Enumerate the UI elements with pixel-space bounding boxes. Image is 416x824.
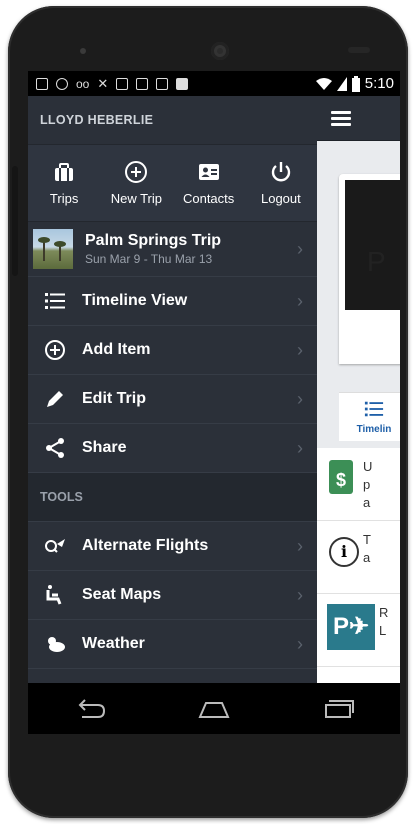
tools-section-header: TOOLS — [28, 473, 317, 522]
notification-icons: oo ✕ — [28, 75, 189, 92]
user-name: LLOYD HEBERLIE — [28, 96, 317, 145]
price-tag-icon: $ — [329, 460, 353, 494]
trip-card-image — [345, 180, 400, 310]
menu-item-label: Share — [82, 439, 127, 456]
chevron-right-icon: › — [297, 388, 303, 409]
weather-icon — [48, 637, 65, 652]
list-icon — [45, 293, 65, 309]
list-item[interactable]: P✈ R L — [317, 594, 400, 667]
menu-item-label: Alternate Flights — [82, 537, 209, 554]
logout-button[interactable]: Logout — [245, 145, 317, 221]
trip-card-title: P — [367, 246, 386, 277]
missed-call-icon: ✕ — [97, 75, 109, 91]
menu-item-share[interactable]: Share › — [28, 424, 317, 473]
menu-item-alternate-flights[interactable]: Alternate Flights › — [28, 522, 317, 571]
quick-actions: Trips New Trip Contacts Logout — [28, 145, 317, 222]
menu-item-edit-trip[interactable]: Edit Trip › — [28, 375, 317, 424]
calendar-icon-3 — [156, 77, 169, 90]
trip-name: Palm Springs Trip — [85, 232, 222, 249]
list-item-text: U p a — [363, 459, 373, 510]
bars-icon — [176, 77, 189, 90]
proximity-dot — [80, 48, 86, 54]
recents-icon — [325, 699, 354, 718]
home-button[interactable] — [184, 689, 244, 729]
seat-icon — [46, 585, 62, 605]
calendar-icon-2 — [136, 77, 149, 90]
light-sensor — [348, 47, 370, 53]
menu-item-weather[interactable]: Weather › — [28, 620, 317, 669]
back-icon — [78, 698, 106, 718]
chevron-right-icon: › — [297, 437, 303, 458]
device-screen: oo ✕ 5:10 LLOYD HEBERLIE Trips New Trip — [28, 71, 400, 734]
menu-item-partial[interactable] — [28, 669, 317, 683]
logout-label: Logout — [260, 191, 301, 206]
status-bar: oo ✕ 5:10 — [28, 71, 400, 96]
tab-timeline-label: Timelin — [356, 424, 392, 435]
briefcase-icon — [55, 163, 74, 181]
contacts-label: Contacts — [182, 191, 235, 206]
app-toolbar — [317, 96, 400, 141]
chevron-right-icon: › — [297, 584, 303, 605]
list-item[interactable]: $ U p a — [317, 448, 400, 521]
add-circle-icon — [45, 340, 65, 360]
system-navigation-bar — [28, 683, 400, 734]
chevron-right-icon: › — [297, 339, 303, 360]
tab-timeline[interactable]: Timelin — [339, 392, 400, 441]
current-trip[interactable]: Palm Springs Trip Sun Mar 9 - Thu Mar 13… — [28, 222, 317, 277]
menu-item-label: Weather — [82, 635, 145, 652]
menu-item-seat-maps[interactable]: Seat Maps › — [28, 571, 317, 620]
chevron-right-icon: › — [297, 290, 303, 311]
flight-search-icon — [45, 539, 65, 553]
menu-icon[interactable] — [331, 108, 351, 129]
back-button[interactable] — [60, 689, 120, 729]
trips-label: Trips — [49, 191, 79, 206]
menu-item-timeline-view[interactable]: Timeline View › — [28, 277, 317, 326]
chevron-right-icon: › — [297, 238, 303, 259]
trips-button[interactable]: Trips — [28, 145, 100, 221]
menu-item-add-item[interactable]: Add Item › — [28, 326, 317, 375]
volume-button — [12, 166, 18, 276]
trip-dates: Sun Mar 9 - Thu Mar 13 — [85, 252, 213, 266]
voicemail-icon: oo — [76, 76, 90, 91]
battery-icon — [351, 75, 360, 92]
wifi-icon — [315, 77, 332, 90]
parking-icon: P✈ — [327, 604, 375, 650]
main-content: P Timelin $ U p a i T a P✈ R L — [317, 96, 400, 683]
pencil-icon — [47, 391, 63, 407]
contacts-button[interactable]: Contacts — [173, 145, 245, 221]
timeline-list: $ U p a i T a P✈ R L — [317, 448, 400, 683]
new-trip-label: New Trip — [110, 191, 163, 206]
list-item-text: R L — [379, 605, 389, 638]
power-icon — [271, 162, 291, 182]
home-icon — [198, 701, 230, 718]
plus-circle-icon — [125, 161, 148, 183]
menu-item-label: Timeline View — [82, 292, 188, 309]
calendar-icon-1 — [116, 77, 129, 90]
list-icon — [364, 401, 384, 417]
share-icon — [46, 438, 64, 458]
recents-button[interactable] — [308, 689, 368, 729]
hangouts-notification-icon — [56, 77, 68, 90]
image-notification-icon — [36, 77, 48, 90]
signal-icon — [336, 76, 347, 91]
contact-card-icon — [198, 164, 219, 180]
list-item-text: T a — [363, 532, 371, 565]
front-camera — [211, 42, 229, 60]
menu-item-label: Add Item — [82, 341, 151, 358]
menu-item-label: Seat Maps — [82, 586, 162, 603]
info-icon: i — [329, 537, 359, 567]
status-right: 5:10 — [315, 75, 400, 92]
clock: 5:10 — [364, 75, 394, 92]
new-trip-button[interactable]: New Trip — [100, 145, 172, 221]
menu-item-label: Edit Trip — [82, 390, 146, 407]
trip-thumbnail — [33, 229, 73, 269]
chevron-right-icon: › — [297, 535, 303, 556]
chevron-right-icon: › — [297, 633, 303, 654]
navigation-drawer: LLOYD HEBERLIE Trips New Trip Contacts L… — [28, 96, 317, 683]
list-item[interactable]: i T a — [317, 521, 400, 594]
